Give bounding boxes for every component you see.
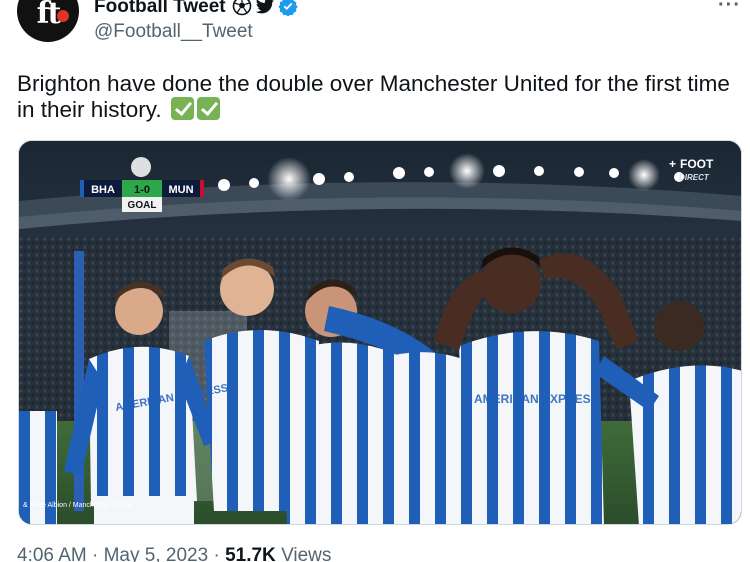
media-caption: & Hove Albion / Manchester United: [23, 502, 132, 509]
twitter-bird-icon: [255, 0, 275, 16]
tweet-meta: 4:06 AM · May 5, 2023 · 51.7K Views: [17, 545, 331, 562]
tweet-date[interactable]: May 5, 2023: [104, 545, 209, 562]
avatar-ball-dot: [57, 10, 69, 22]
scorebug-home: BHA: [91, 184, 115, 196]
tweet-text: Brighton have done the double over Manch…: [17, 71, 737, 123]
verified-badge-icon: [278, 0, 298, 17]
views-count: 51.7K: [225, 545, 276, 562]
avatar[interactable]: ft: [17, 0, 79, 42]
broadcaster-name: FOOT: [680, 157, 714, 171]
soccer-ball-icon: [232, 0, 252, 16]
svg-text:+: +: [669, 157, 676, 171]
scorebug-score: 1-0: [134, 184, 150, 196]
tweet-media-image[interactable]: AMERICAN EXPRESS AMERICAN EXPRESS BHA 1-…: [18, 140, 742, 525]
scorebug-event: GOAL: [128, 200, 157, 211]
broadcaster-sub: DIRECT: [679, 173, 710, 182]
display-name[interactable]: Football Tweet: [94, 0, 226, 17]
scorebug-away: MUN: [168, 184, 193, 196]
handle[interactable]: @Football__Tweet: [94, 21, 253, 43]
tweet-time[interactable]: 4:06 AM: [17, 545, 87, 562]
more-options-icon[interactable]: ···: [718, 0, 741, 17]
tweet-text-body: Brighton have done the double over Manch…: [17, 71, 730, 122]
avatar-logo-text: ft: [36, 0, 62, 31]
premier-league-icon: [131, 157, 151, 177]
check-mark-icon: [170, 97, 194, 120]
shirt-sponsor-text: AMERICAN EXPRESS: [474, 392, 599, 406]
views-label: Views: [281, 545, 332, 562]
check-mark-icon: [196, 97, 220, 120]
name-icons: [232, 0, 298, 17]
